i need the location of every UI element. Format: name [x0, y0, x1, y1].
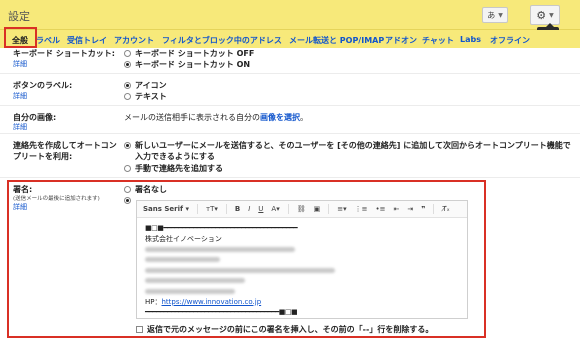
- tab-accounts[interactable]: アカウント: [114, 35, 154, 46]
- toolbar-separator: [287, 204, 289, 214]
- shortcuts-on-label: キーボード ショートカット ON: [135, 60, 251, 69]
- setting-row-button-labels: ボタンのラベル: 詳細 アイコン テキスト: [0, 78, 580, 106]
- signature-bottom-border: ━━━━━━━━━━━━━━━━━━━━━━━━━━━━━━━━━━━━■□■: [145, 308, 298, 316]
- auto-add-radio[interactable]: [124, 142, 131, 149]
- signature-radio[interactable]: [124, 197, 131, 204]
- setting-row-autocomplete: 連絡先を作成してオートコン プリートを利用: 新しいユーザーにメールを送信すると…: [0, 136, 580, 178]
- no-signature-radio[interactable]: [124, 186, 131, 193]
- no-signature-label: 署名なし: [135, 185, 167, 194]
- input-tools-label: あ: [487, 10, 496, 20]
- settings-tabs: 全般 ラベル 受信トレイ アカウント フィルタとブロック中のアドレス メール転送…: [0, 30, 580, 48]
- icons-option[interactable]: アイコン: [124, 80, 167, 91]
- redacted-line: [145, 276, 335, 287]
- signature-hp-line: HP：https://www.innovation.co.jp: [145, 297, 335, 308]
- settings-header: 設定 あ ▼ ⚙ ▼: [0, 0, 580, 30]
- my-picture-detail-link[interactable]: 詳細: [13, 122, 27, 132]
- signature-detail-link[interactable]: 詳細: [13, 202, 27, 212]
- shortcuts-on-option[interactable]: キーボード ショートカット ON: [124, 59, 250, 70]
- quote-icon[interactable]: ❞: [421, 205, 425, 213]
- toolbar-separator: [328, 204, 330, 214]
- chevron-down-icon: ▼: [549, 11, 554, 19]
- signature-company: 株式会社イノベーション: [145, 234, 222, 243]
- link-icon[interactable]: ⛓: [297, 205, 306, 213]
- tab-chat[interactable]: チャット: [422, 35, 454, 46]
- hp-label: HP：: [145, 297, 162, 306]
- toolbar-separator: [197, 204, 198, 214]
- text-size-icon[interactable]: ᴛT▾: [206, 205, 218, 213]
- bold-icon[interactable]: B: [235, 205, 240, 213]
- shortcuts-off-radio[interactable]: [124, 50, 131, 57]
- autocomplete-label-line1: 連絡先を作成してオートコン: [13, 141, 117, 150]
- page-title: 設定: [8, 10, 30, 23]
- remove-formatting-icon[interactable]: T̸ₓ: [442, 205, 449, 213]
- text-color-icon[interactable]: A▾: [271, 205, 279, 213]
- redacted-line: [145, 244, 335, 255]
- numbered-list-icon[interactable]: ⋮≡: [355, 205, 368, 213]
- editor-toolbar: Sans Serif ▾ ᴛT▾ B I U A▾ ⛓ ▣ ≡▾ ⋮≡ •≡ ⇤…: [137, 201, 467, 218]
- input-tools-button[interactable]: あ ▼: [482, 7, 508, 23]
- chevron-down-icon: ▼: [498, 11, 503, 19]
- icons-radio[interactable]: [124, 82, 131, 89]
- hp-link[interactable]: https://www.innovation.co.jp: [162, 298, 262, 306]
- manual-add-label: 手動で連絡先を追加する: [135, 164, 223, 173]
- font-family-label: Sans Serif: [143, 205, 184, 213]
- autocomplete-label-line2: プリートを利用:: [13, 152, 73, 161]
- signature-hint: (送信メールの最後に追加されます): [13, 196, 100, 202]
- manual-add-radio[interactable]: [124, 165, 131, 172]
- italic-icon[interactable]: I: [248, 205, 250, 213]
- setting-row-my-picture: 自分の画像: 詳細 メールの送信相手に表示される自分の画像を選択。: [0, 108, 580, 134]
- auto-add-label-line1: 新しいユーザーにメールを送信すると、そのユーザーを [その他の連絡先] に追加し…: [135, 141, 571, 150]
- button-labels-detail-link[interactable]: 詳細: [13, 91, 27, 101]
- active-tab-highlight: [4, 27, 37, 48]
- shortcuts-detail-link[interactable]: 詳細: [13, 59, 27, 69]
- insert-signature-option[interactable]: 返信で元のメッセージの前にこの署名を挿入し、その前の「--」行を削除する。: [136, 324, 433, 335]
- icons-label: アイコン: [135, 81, 167, 90]
- manual-add-option[interactable]: 手動で連絡先を追加する: [124, 163, 223, 174]
- text-option[interactable]: テキスト: [124, 91, 167, 102]
- font-family-select[interactable]: Sans Serif ▾: [143, 205, 189, 213]
- toolbar-separator: [433, 204, 435, 214]
- bulleted-list-icon[interactable]: •≡: [376, 205, 386, 213]
- text-label: テキスト: [135, 92, 167, 101]
- indent-more-icon[interactable]: ⇥: [407, 205, 413, 213]
- gear-icon: ⚙: [536, 8, 547, 22]
- redacted-line: [145, 265, 335, 276]
- auto-add-label-line2: 入力できるようにする: [135, 152, 215, 161]
- auto-add-option[interactable]: 新しいユーザーにメールを送信すると、そのユーザーを [その他の連絡先] に追加し…: [124, 140, 571, 162]
- shortcuts-on-radio[interactable]: [124, 61, 131, 68]
- tab-labels[interactable]: ラベル: [36, 35, 60, 46]
- image-icon[interactable]: ▣: [314, 205, 321, 213]
- tab-offline[interactable]: オフライン: [490, 35, 530, 46]
- signature-option[interactable]: [124, 195, 131, 204]
- indent-less-icon[interactable]: ⇤: [394, 205, 400, 213]
- my-picture-period: 。: [300, 113, 308, 122]
- redacted-line: [145, 286, 335, 297]
- underline-icon[interactable]: U: [258, 205, 263, 213]
- tab-filters[interactable]: フィルタとブロック中のアドレス: [162, 35, 282, 46]
- shortcuts-label: キーボード ショートカット:: [13, 49, 115, 58]
- text-radio[interactable]: [124, 93, 131, 100]
- toolbar-separator: [225, 204, 227, 214]
- shortcuts-off-option[interactable]: キーボード ショートカット OFF: [124, 48, 254, 59]
- select-picture-link[interactable]: 画像を選択: [260, 113, 300, 122]
- tab-forwarding[interactable]: メール転送と POP/IMAP: [289, 35, 384, 46]
- tab-inbox[interactable]: 受信トレイ: [67, 35, 107, 46]
- shortcuts-off-label: キーボード ショートカット OFF: [135, 49, 255, 58]
- settings-button[interactable]: ⚙ ▼: [530, 5, 560, 25]
- no-signature-option[interactable]: 署名なし: [124, 184, 167, 195]
- redacted-line: [145, 255, 335, 266]
- my-picture-description: メールの送信相手に表示される自分の画像を選択。: [124, 112, 308, 123]
- signature-top-border: ■□■━━━━━━━━━━━━━━━━━━━━━━━━━━━━━━━━━━━━: [145, 224, 298, 232]
- align-icon[interactable]: ≡▾: [337, 205, 346, 213]
- setting-row-shortcuts: キーボード ショートカット: 詳細 キーボード ショートカット OFF キーボー…: [0, 48, 580, 74]
- my-picture-text: メールの送信相手に表示される自分の: [124, 113, 260, 122]
- signature-content: ■□■━━━━━━━━━━━━━━━━━━━━━━━━━━━━━━━━━━━━ …: [145, 223, 335, 318]
- insert-signature-checkbox[interactable]: [136, 326, 143, 333]
- button-labels-label: ボタンのラベル:: [13, 81, 73, 90]
- insert-signature-label: 返信で元のメッセージの前にこの署名を挿入し、その前の「--」行を削除する。: [147, 325, 434, 334]
- signature-editor[interactable]: Sans Serif ▾ ᴛT▾ B I U A▾ ⛓ ▣ ≡▾ ⋮≡ •≡ ⇤…: [136, 200, 468, 319]
- tab-labs[interactable]: Labs: [460, 35, 481, 44]
- tab-addons[interactable]: アドオン: [385, 35, 417, 46]
